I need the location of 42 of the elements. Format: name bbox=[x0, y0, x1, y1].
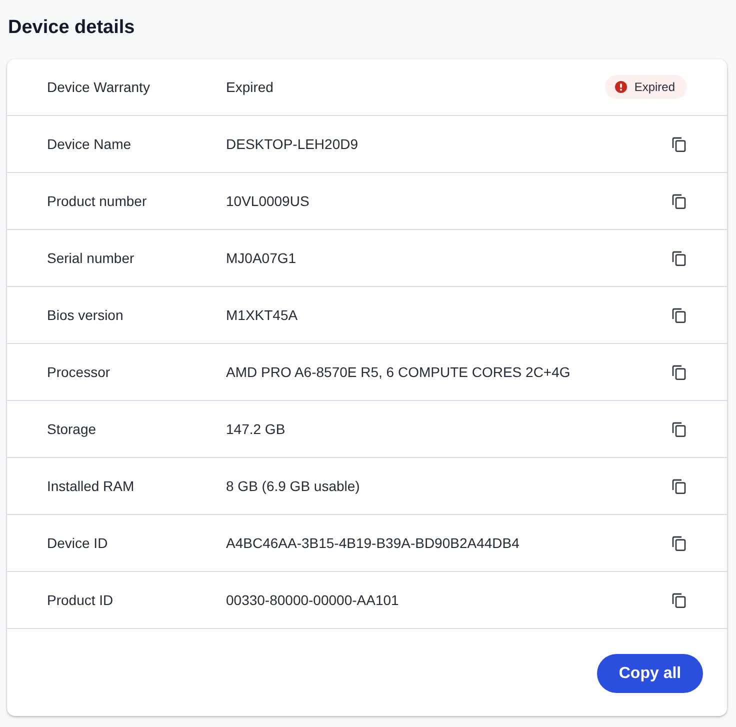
copy-icon bbox=[672, 194, 686, 208]
copy-button[interactable] bbox=[672, 308, 686, 322]
field-label: Device ID bbox=[47, 535, 109, 551]
field-value: 00330-80000-00000-AA101 bbox=[226, 592, 400, 608]
field-value: A4BC46AA-3B15-4B19-B39A-BD90B2A44DB4 bbox=[226, 535, 520, 551]
field-label: Processor bbox=[47, 364, 112, 380]
badge-label: Expired bbox=[634, 80, 675, 94]
copy-icon bbox=[672, 422, 686, 436]
copy-icon bbox=[672, 592, 686, 608]
field-label: Bios version bbox=[47, 307, 124, 323]
copy-icon bbox=[672, 364, 686, 380]
field-label: Installed RAM bbox=[47, 478, 136, 494]
field-label: Product ID bbox=[47, 592, 114, 608]
field-value: M1XKT45A bbox=[226, 307, 299, 323]
copy-icon bbox=[672, 136, 686, 152]
field-value: AMD PRO A6-8570E R5, 6 COMPUTE CORES 2C+4G bbox=[226, 364, 572, 380]
field-value: 10VL0009US bbox=[226, 193, 310, 209]
copy-button[interactable] bbox=[672, 478, 686, 494]
field-label: Serial number bbox=[47, 250, 136, 266]
field-value: Expired bbox=[226, 79, 274, 95]
alert-icon bbox=[615, 81, 628, 93]
copy-all-button[interactable]: Copy all bbox=[597, 654, 703, 693]
field-value: 147.2 GB bbox=[226, 421, 286, 437]
page-title: Device details bbox=[8, 16, 135, 40]
field-label: Device Warranty bbox=[47, 79, 151, 95]
field-label: Storage bbox=[47, 421, 98, 437]
copy-button[interactable] bbox=[672, 422, 686, 436]
field-label: Product number bbox=[47, 193, 148, 209]
field-value: 8 GB (6.9 GB usable) bbox=[226, 478, 361, 494]
copy-button[interactable] bbox=[672, 592, 686, 608]
field-value: MJ0A07G1 bbox=[226, 250, 298, 266]
copy-button[interactable] bbox=[672, 136, 686, 152]
copy-button[interactable] bbox=[672, 250, 686, 266]
copy-icon bbox=[672, 250, 686, 266]
copy-button[interactable] bbox=[672, 536, 686, 550]
copy-button[interactable] bbox=[672, 194, 686, 208]
copy-icon bbox=[672, 308, 686, 322]
copy-icon bbox=[672, 536, 686, 550]
field-value: DESKTOP-LEH20D9 bbox=[226, 136, 360, 152]
copy-icon bbox=[672, 478, 686, 494]
field-label: Device Name bbox=[47, 136, 132, 152]
copy-button[interactable] bbox=[672, 364, 686, 380]
